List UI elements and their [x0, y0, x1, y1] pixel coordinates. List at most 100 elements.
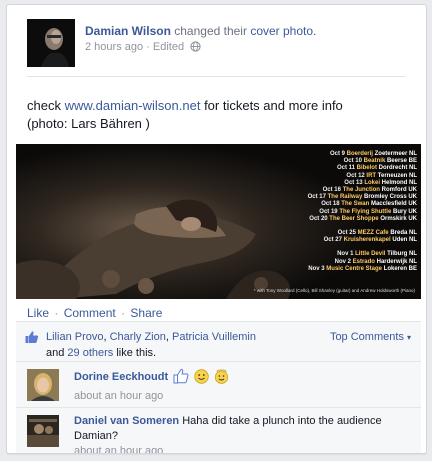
tour-venue: The Swan [341, 201, 370, 208]
tour-date: Nov 1 [337, 251, 354, 258]
post-meta: 2 hours ago · Edited [85, 40, 201, 57]
feedback-area: Lilian Provo, Charly Zion, Patricia Vuil… [16, 321, 421, 453]
tour-date-row: Oct 11 Bibelot Dordrecht NL [267, 165, 417, 172]
tour-date-row: Oct 17 The Railway Bromley Cross UK [267, 194, 417, 201]
tour-place: Lokeren BE [383, 265, 417, 272]
top-comments-dropdown[interactable]: Top Comments ▾ [330, 329, 411, 346]
tour-venue: MEZZ Cafe [357, 230, 389, 237]
cover-photo-link[interactable]: cover photo. [250, 24, 316, 38]
post-message: check www.damian-wilson.net for tickets … [27, 97, 412, 133]
tour-date-row: Nov 2 Estrado Harderwijk NL [267, 259, 417, 266]
tour-place: Bromley Cross UK [363, 194, 417, 201]
meta-separator: · [146, 41, 150, 53]
tour-venue: Little Devil [355, 251, 386, 258]
tour-date-row: Nov 1 Little Devil Tilburg NL [267, 251, 417, 258]
tour-place: Bury UK [392, 208, 417, 215]
photo-credit-text: (photo: Lars Bähren ) [27, 116, 150, 131]
post-actions: Like · Comment · Share [27, 306, 162, 320]
tour-dates-list: Oct 9 Boerderij Zoetermeer NL Oct 10 Beat… [267, 151, 417, 273]
comment-timestamp[interactable]: about an hour ago [74, 390, 163, 402]
tour-place: Helmond NL [381, 179, 417, 186]
tour-venue: The Beer Shoppe [329, 215, 379, 222]
tour-date-row: Nov 3 Music Centre Stage Lokeren BE [267, 266, 417, 273]
tour-place: Beerse BE [386, 158, 417, 165]
liker-link[interactable]: Patricia Vuillemin [172, 331, 256, 343]
tour-date: Oct 12 [346, 172, 365, 179]
thumbs-up-icon [173, 368, 189, 389]
tour-date-row: Oct 27 Kruisherenkapel Uden NL [267, 237, 417, 244]
tour-date: Oct 20 [309, 215, 328, 222]
commenter-name-link[interactable]: Daniel van Someren [74, 415, 179, 427]
commenter-avatar[interactable] [27, 369, 59, 401]
tour-date: Nov 2 [334, 258, 351, 265]
tour-list-gap [267, 244, 417, 251]
tour-date: Oct 11 [336, 165, 355, 172]
tour-date: Oct 27 [323, 237, 342, 244]
smile-emoticon-icon [194, 369, 209, 389]
tour-date: Oct 9 [329, 151, 345, 157]
comment-body: Daniel van Someren Haha did take a plunc… [74, 414, 404, 453]
tour-date-row: Oct 19 The Flying Shuttle Bury UK [267, 209, 417, 216]
band-credit-text: * with Tony Woollard (Cello), Bill Shanl… [253, 288, 415, 293]
globe-icon[interactable] [190, 41, 201, 57]
tour-date-row: Oct 25 MEZZ Cafe Breda NL [267, 230, 417, 237]
tour-venue: The Junction [342, 187, 380, 194]
chevron-down-icon: ▾ [406, 333, 411, 342]
tour-place: Uden NL [392, 237, 417, 244]
tour-date-row: Oct 18 The Swan Macclesfield UK [267, 201, 417, 208]
comment-button[interactable]: Comment [64, 306, 116, 320]
author-name-link[interactable]: Damian Wilson [85, 24, 171, 38]
tour-date-row: Oct 10 Beatnik Beerse BE [267, 158, 417, 165]
tour-place: Breda NL [390, 230, 417, 237]
top-comments-label: Top Comments [329, 331, 404, 343]
status-suffix: for tickets and more info [204, 98, 343, 113]
comment-item: Dorine Eeckhoudt about an hour ago [16, 361, 421, 407]
website-link[interactable]: www.damian-wilson.net [65, 98, 201, 113]
tour-date: Oct 16 [322, 187, 341, 194]
comment-timestamp[interactable]: about an hour ago [74, 445, 163, 453]
likes-summary: Lilian Provo, Charly Zion, Patricia Vuil… [16, 321, 421, 361]
action-dot: · [121, 306, 126, 320]
tour-date: Oct 17 [307, 194, 326, 201]
innocent-emoticon-icon [214, 369, 229, 389]
tour-date: Oct 18 [321, 201, 340, 208]
tour-date: Oct 25 [337, 230, 356, 237]
tour-date: Oct 13 [344, 179, 363, 186]
post-card: Damian Wilson changed their cover photo.… [6, 4, 427, 454]
status-prefix: check [27, 98, 61, 113]
action-dot: · [54, 306, 59, 320]
tour-date-row: Oct 12 IRT Terneuzen NL [267, 173, 417, 180]
liker-link[interactable]: Charly Zion [110, 331, 166, 343]
header-divider [27, 76, 406, 77]
likes-text: Lilian Provo, Charly Zion, Patricia Vuil… [46, 329, 301, 361]
post-header: Damian Wilson changed their cover photo. [85, 24, 316, 39]
tour-place: Zoetermeer NL [374, 151, 417, 157]
tour-venue: Estrado [352, 258, 375, 265]
commenter-name-link[interactable]: Dorine Eeckhoudt [74, 371, 168, 383]
tour-date-row: Oct 9 Boerderij Zoetermeer NL [267, 151, 417, 158]
tour-date-row: Oct 16 The Junction Romford UK [267, 187, 417, 194]
tour-place: Romford UK [381, 187, 417, 194]
share-button[interactable]: Share [130, 306, 162, 320]
tour-place: Macclesfield UK [370, 201, 417, 208]
tour-venue: Music Centre Stage [326, 265, 382, 272]
comma: , [103, 331, 107, 343]
author-avatar[interactable] [27, 19, 75, 67]
timestamp-link[interactable]: 2 hours ago [85, 41, 143, 53]
tour-place: Ormskirk UK [380, 215, 417, 222]
cover-photo[interactable]: Oct 9 Boerderij Zoetermeer NL Oct 10 Beat… [16, 144, 421, 299]
thumbs-up-icon [25, 330, 39, 347]
tour-date: Nov 3 [308, 265, 325, 272]
comma: , [165, 331, 169, 343]
tour-place: Tilburg NL [387, 251, 417, 258]
like-button[interactable]: Like [27, 306, 49, 320]
tour-venue: Bibelot [356, 165, 377, 172]
tour-place: Terneuzen NL [377, 172, 417, 179]
tour-venue: Kruisherenkapel [343, 237, 391, 244]
tour-date-row: Oct 13 Lokei Helmond NL [267, 180, 417, 187]
tour-place: Dordrecht NL [378, 165, 417, 172]
commenter-avatar[interactable] [27, 415, 59, 447]
liker-link[interactable]: Lilian Provo [46, 331, 103, 343]
others-link[interactable]: 29 others [67, 347, 113, 359]
edited-label[interactable]: Edited [153, 41, 184, 53]
